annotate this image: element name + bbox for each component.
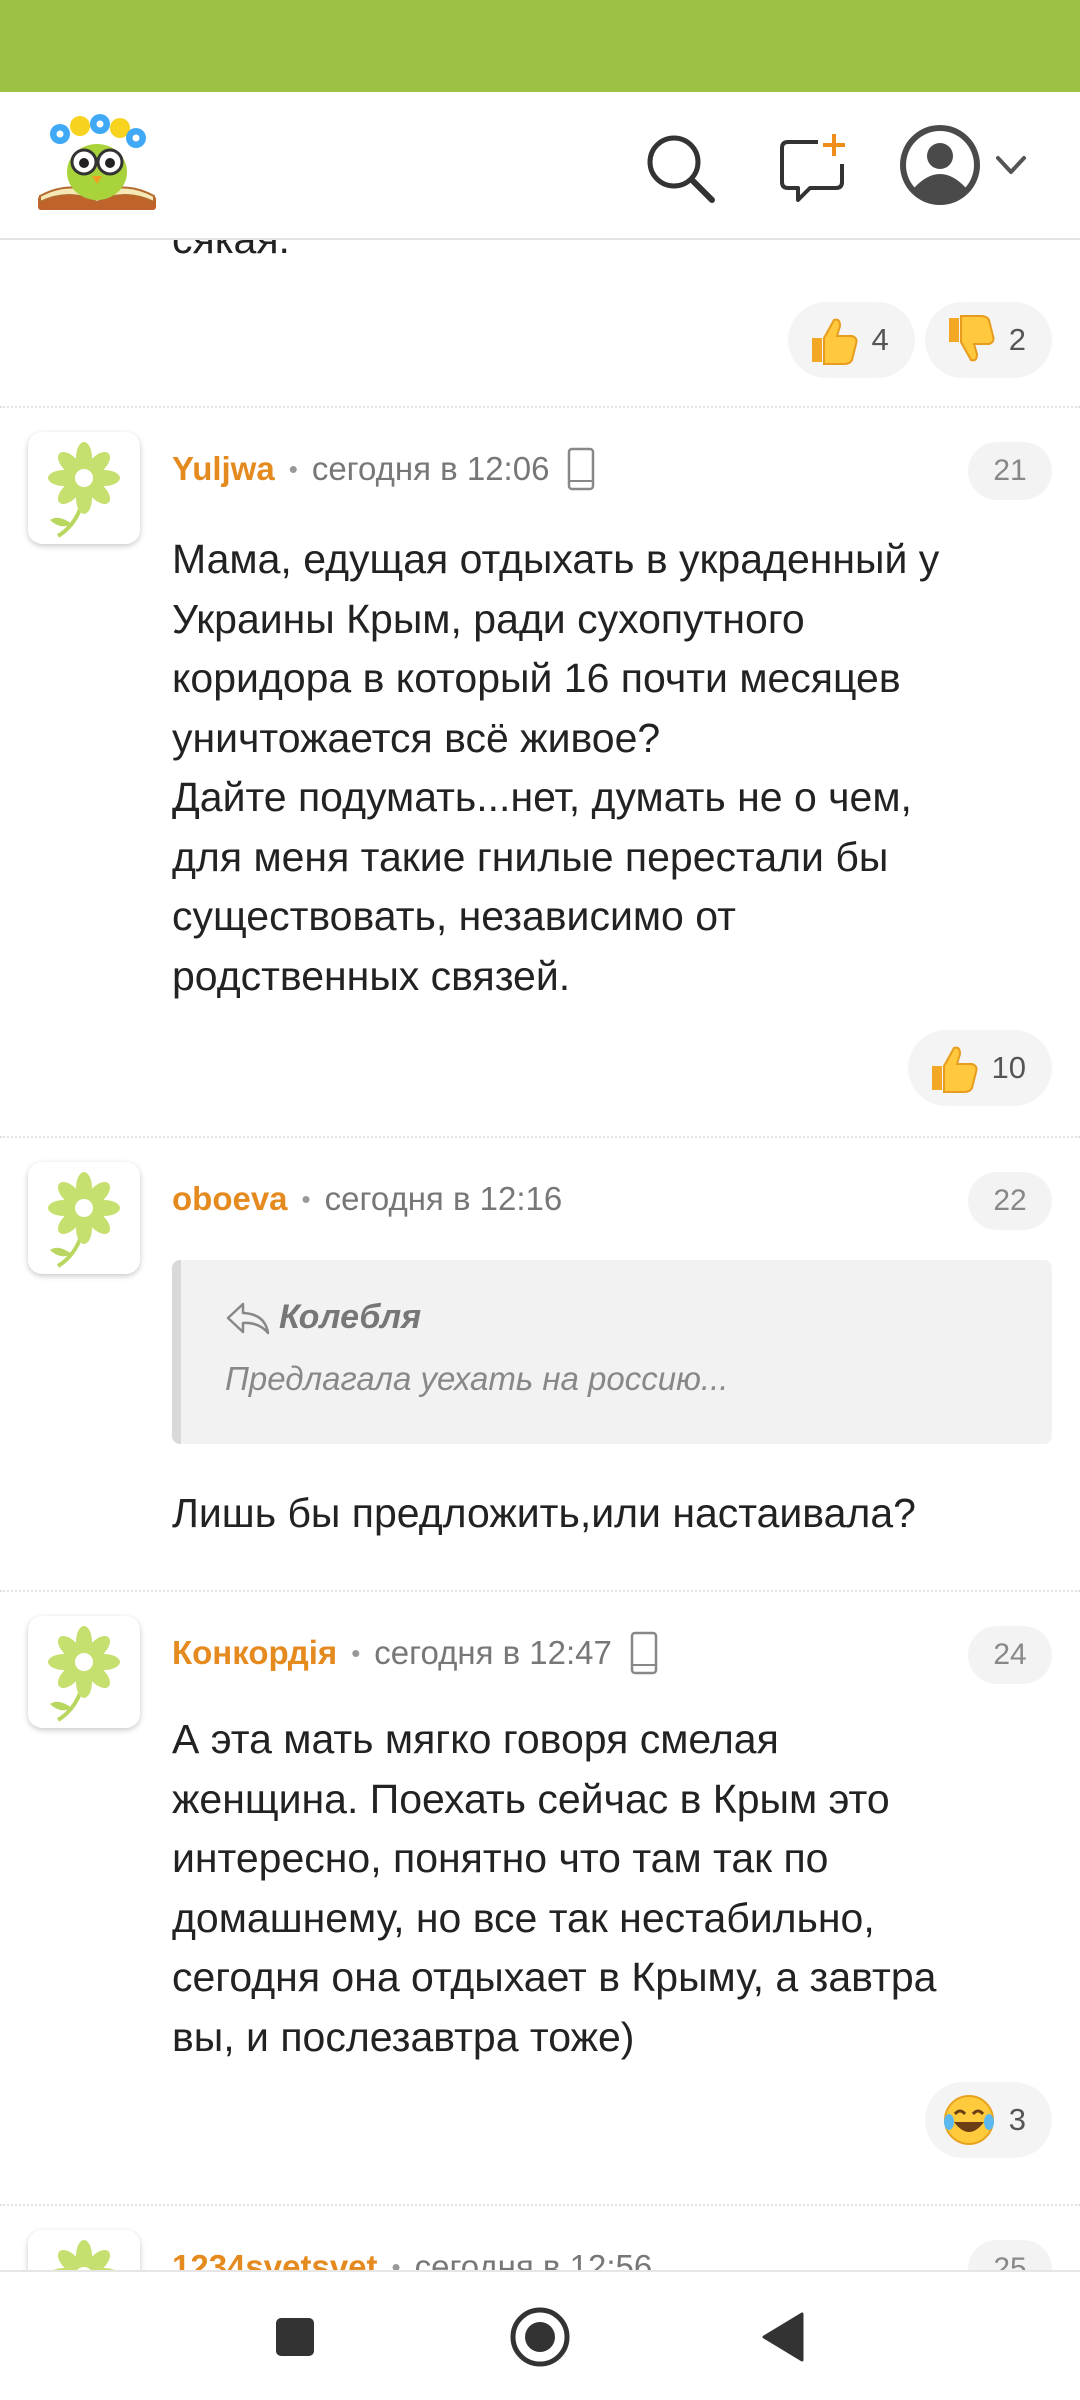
reaction-count: 4 bbox=[871, 322, 889, 357]
reaction-count: 10 bbox=[991, 1050, 1026, 1085]
comment-line: сегодня она отдыхает в Крыму, а завтра bbox=[172, 1954, 937, 2000]
comment-line: интересно, понятно что там так по bbox=[172, 1835, 829, 1881]
author-name[interactable]: Конкордія bbox=[172, 1634, 337, 1672]
comment-number[interactable]: 21 bbox=[968, 442, 1052, 500]
new-message-plus-icon[interactable] bbox=[772, 128, 852, 208]
comment-line: Лишь бы предложить,или настаивала? bbox=[172, 1490, 916, 1536]
comment-text: Лишь бы предложить,или настаивала? bbox=[172, 1484, 1052, 1544]
laughing-reaction[interactable]: 3 bbox=[924, 2082, 1052, 2158]
comment-number[interactable]: 22 bbox=[968, 1172, 1052, 1230]
comment-line: родственных связей. bbox=[172, 952, 571, 999]
thumbs-up-icon bbox=[811, 318, 857, 365]
comment-line: Дайте подумать...нет, думать не о чем, bbox=[172, 774, 912, 820]
avatar[interactable] bbox=[28, 2230, 140, 2270]
comment-line: домашнему, но все так нестабильно, bbox=[172, 1894, 875, 1941]
comment-time: сегодня в 12:06 bbox=[311, 450, 550, 487]
author-name[interactable]: Yuljwa bbox=[172, 450, 275, 488]
status-bar bbox=[0, 0, 1080, 92]
separator-dot: • bbox=[301, 1183, 311, 1214]
comment-time: сегодня в 12:56 bbox=[414, 2248, 653, 2270]
comment-text: А эта мать мягко говоря смелая женщина. … bbox=[172, 1710, 1052, 2067]
comment-line: А эта мать мягко говоря смелая bbox=[172, 1716, 779, 1762]
flower-avatar-icon bbox=[53, 2240, 115, 2270]
avatar[interactable] bbox=[28, 1616, 140, 1728]
quote-author: Колебля bbox=[279, 1298, 422, 1336]
comment-header: Конкордія • сегодня в 12:47 bbox=[172, 1628, 658, 1678]
comment-line: существовать, независимо от bbox=[172, 893, 736, 939]
reaction-count: 3 bbox=[1008, 2102, 1026, 2137]
comment-line: уничтожается всё живое? bbox=[172, 714, 661, 761]
comment-number[interactable]: 24 bbox=[968, 1626, 1052, 1684]
user-avatar-icon bbox=[900, 125, 1026, 205]
comment-line: вы, и послезавтра тоже) bbox=[172, 2013, 635, 2060]
comment-line: Украины Крым, ради сухопутного bbox=[172, 595, 805, 642]
flower-avatar-icon bbox=[48, 1172, 120, 1268]
quote-text: Предлагала уехать на россию... bbox=[225, 1360, 729, 1397]
thumbs-down-reaction[interactable]: 2 bbox=[924, 302, 1052, 378]
quote-header: Колебля bbox=[225, 1298, 421, 1337]
thumbs-down-icon bbox=[948, 315, 995, 362]
comment-line: Мама, едущая отдыхать в украденный у bbox=[172, 536, 940, 582]
comment-header: Yuljwa • сегодня в 12:06 bbox=[172, 444, 595, 494]
thumbs-up-reaction[interactable]: 4 bbox=[787, 302, 915, 378]
author-name[interactable]: 1234svetsvet bbox=[172, 2248, 378, 2270]
comment-line: для меня такие гнилые перестали бы bbox=[172, 833, 889, 880]
comment-header: 1234svetsvet • сегодня в 12:56 bbox=[172, 2242, 652, 2270]
home-icon[interactable] bbox=[507, 2304, 573, 2370]
reaction-bar: 10 bbox=[907, 1030, 1052, 1106]
comment-header: oboeva • сегодня в 12:16 bbox=[172, 1174, 562, 1224]
comment: oboeva • сегодня в 12:16 22 Колебля Пред… bbox=[0, 1138, 1080, 1588]
comment-time: сегодня в 12:16 bbox=[324, 1180, 563, 1217]
recent-apps-icon[interactable] bbox=[262, 2304, 328, 2370]
back-icon[interactable] bbox=[752, 2304, 818, 2370]
separator-dot: • bbox=[288, 453, 298, 484]
comment: 1234svetsvet • сегодня в 12:56 25 bbox=[0, 2206, 1080, 2270]
comments-feed: сякая. 4 2 bbox=[0, 240, 1080, 2270]
avatar[interactable] bbox=[28, 1162, 140, 1274]
comment-text-fragment: сякая. bbox=[172, 240, 1052, 270]
comment: Конкордія • сегодня в 12:47 24 А эта мат… bbox=[0, 1592, 1080, 2162]
separator-dot: • bbox=[391, 2251, 401, 2271]
author-name[interactable]: oboeva bbox=[172, 1180, 288, 1218]
reaction-bar: 3 bbox=[924, 2082, 1052, 2158]
search-icon[interactable] bbox=[640, 128, 720, 208]
laughing-tears-icon bbox=[943, 2095, 994, 2145]
comment: Yuljwa • сегодня в 12:06 21 Мама, едущая… bbox=[0, 408, 1080, 1106]
thumbs-up-reaction[interactable]: 10 bbox=[907, 1030, 1052, 1106]
comment-line: коридора в который 16 почти месяцев bbox=[172, 655, 901, 701]
thumbs-up-icon bbox=[931, 1046, 978, 1093]
reaction-bar: 4 2 bbox=[787, 302, 1052, 378]
reaction-count: 2 bbox=[1008, 322, 1026, 357]
flower-avatar-icon bbox=[48, 1626, 120, 1722]
reply-arrow-icon bbox=[226, 1302, 270, 1334]
logo-icon[interactable] bbox=[34, 110, 160, 222]
comment-line: женщина. Поехать сейчас в Крым это bbox=[172, 1775, 890, 1822]
quoted-reply[interactable]: Колебля Предлагала уехать на россию... bbox=[172, 1260, 1052, 1444]
avatar[interactable] bbox=[28, 432, 140, 544]
comment-text: Мама, едущая отдыхать в украденный у Укр… bbox=[172, 530, 1052, 1006]
comment-time: сегодня в 12:47 bbox=[374, 1634, 612, 1671]
android-nav-bar bbox=[0, 2270, 1080, 2400]
separator-dot: • bbox=[351, 1637, 361, 1668]
mobile-icon bbox=[568, 447, 595, 491]
mobile-icon bbox=[630, 1631, 658, 1675]
app-header bbox=[0, 92, 1080, 240]
comment-number[interactable]: 25 bbox=[968, 2240, 1052, 2270]
profile-menu-button[interactable] bbox=[898, 120, 1048, 210]
flower-avatar-icon bbox=[48, 442, 120, 538]
